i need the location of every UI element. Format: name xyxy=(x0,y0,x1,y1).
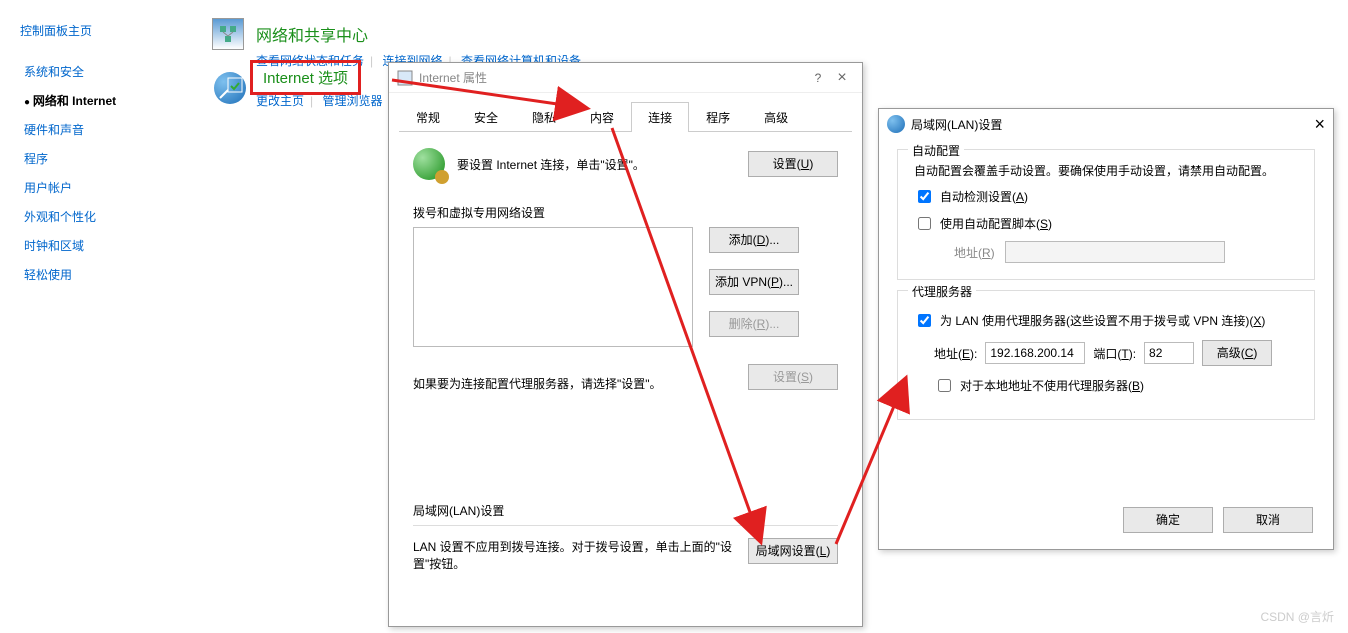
tab-security[interactable]: 安全 xyxy=(457,102,515,132)
tab-connections[interactable]: 连接 xyxy=(631,102,689,132)
internet-options-highlight[interactable]: Internet 选项 xyxy=(250,60,361,95)
settings-button: 设置(S) xyxy=(748,364,838,390)
dialog1-titlebar[interactable]: Internet 属性 ? × xyxy=(389,63,862,93)
sidebar-item-hardware[interactable]: 硬件和声音 xyxy=(20,115,190,144)
auto-config-group: 自动配置 自动配置会覆盖手动设置。要确保使用手动设置，请禁用自动配置。 自动检测… xyxy=(897,149,1315,280)
use-proxy-checkbox[interactable]: 为 LAN 使用代理服务器(这些设置不用于拨号或 VPN 连接)(X) xyxy=(914,311,1298,330)
link-manage-browser[interactable]: 管理浏览器 xyxy=(322,94,382,108)
ok-button[interactable]: 确定 xyxy=(1123,507,1213,533)
sidebar-item-programs[interactable]: 程序 xyxy=(20,144,190,173)
network-center-title[interactable]: 网络和共享中心 xyxy=(256,22,368,46)
setup-button[interactable]: 设置(U) xyxy=(748,151,838,177)
sidebar-home-link[interactable]: 控制面板主页 xyxy=(20,22,190,39)
control-panel-sidebar: 控制面板主页 系统和安全 网络和 Internet 硬件和声音 程序 用户帐户 … xyxy=(20,22,190,289)
internet-properties-dialog: Internet 属性 ? × 常规 安全 隐私 内容 连接 程序 高级 要设置… xyxy=(388,62,863,627)
tab-privacy[interactable]: 隐私 xyxy=(515,102,573,132)
sidebar-item-ease[interactable]: 轻松使用 xyxy=(20,260,190,289)
dialog1-title: Internet 属性 xyxy=(419,69,806,86)
proxy-addr-label: 地址(E): xyxy=(934,345,977,362)
auto-detect-checkbox[interactable]: 自动检测设置(A) xyxy=(914,187,1298,206)
proxy-port-input[interactable] xyxy=(1144,342,1194,364)
dialog1-tabs: 常规 安全 隐私 内容 连接 程序 高级 xyxy=(399,101,852,132)
tab-programs[interactable]: 程序 xyxy=(689,102,747,132)
globe-icon xyxy=(413,148,445,180)
auto-config-desc: 自动配置会覆盖手动设置。要确保使用手动设置，请禁用自动配置。 xyxy=(914,162,1298,179)
setup-text: 要设置 Internet 连接，单击"设置"。 xyxy=(457,156,736,173)
sidebar-item-system[interactable]: 系统和安全 xyxy=(20,57,190,86)
network-center-icon xyxy=(212,18,244,50)
proxy-legend: 代理服务器 xyxy=(908,283,976,300)
dialog2-icon xyxy=(887,115,905,133)
cancel-button[interactable]: 取消 xyxy=(1223,507,1313,533)
proxy-group: 代理服务器 为 LAN 使用代理服务器(这些设置不用于拨号或 VPN 连接)(X… xyxy=(897,290,1315,420)
proxy-desc: 如果要为连接配置代理服务器，请选择"设置"。 xyxy=(413,375,732,392)
internet-options-title: Internet 选项 xyxy=(263,70,348,87)
script-addr-input xyxy=(1005,241,1225,263)
lan-settings-button[interactable]: 局域网设置(L) xyxy=(748,538,838,564)
dialog1-icon xyxy=(397,70,413,86)
dialup-listbox[interactable] xyxy=(413,227,693,347)
dialog1-close-button[interactable]: × xyxy=(830,69,854,87)
dialog1-help-button[interactable]: ? xyxy=(806,71,830,85)
lan-group-title: 局域网(LAN)设置 xyxy=(413,502,838,519)
link-change-home[interactable]: 更改主页 xyxy=(256,94,304,108)
sidebar-item-users[interactable]: 用户帐户 xyxy=(20,173,190,202)
delete-button: 删除(R)... xyxy=(709,311,799,337)
tab-content[interactable]: 内容 xyxy=(573,102,631,132)
tab-advanced[interactable]: 高级 xyxy=(747,102,805,132)
bypass-local-checkbox[interactable]: 对于本地地址不使用代理服务器(B) xyxy=(934,376,1298,395)
proxy-port-label: 端口(T): xyxy=(1093,345,1136,362)
dialup-group-title: 拨号和虚拟专用网络设置 xyxy=(413,204,838,221)
add-button[interactable]: 添加(D)... xyxy=(709,227,799,253)
dialog2-close-button[interactable]: × xyxy=(1314,114,1325,135)
sidebar-item-network[interactable]: 网络和 Internet xyxy=(20,86,190,115)
auto-script-checkbox[interactable]: 使用自动配置脚本(S) xyxy=(914,214,1298,233)
lan-desc: LAN 设置不应用到拨号连接。对于拨号设置，单击上面的"设置"按钮。 xyxy=(413,538,732,572)
add-vpn-button[interactable]: 添加 VPN(P)... xyxy=(709,269,799,295)
advanced-button[interactable]: 高级(C) xyxy=(1202,340,1272,366)
tab-general[interactable]: 常规 xyxy=(399,102,457,132)
proxy-addr-input[interactable] xyxy=(985,342,1085,364)
sidebar-item-appearance[interactable]: 外观和个性化 xyxy=(20,202,190,231)
watermark: CSDN @言炘 xyxy=(1260,608,1334,625)
sidebar-item-clock[interactable]: 时钟和区域 xyxy=(20,231,190,260)
internet-options-icon xyxy=(214,72,246,104)
dialog2-title: 局域网(LAN)设置 xyxy=(911,116,1002,133)
script-addr-label: 地址(R) xyxy=(954,244,995,261)
lan-settings-dialog: 局域网(LAN)设置 × 自动配置 自动配置会覆盖手动设置。要确保使用手动设置，… xyxy=(878,108,1334,550)
auto-config-legend: 自动配置 xyxy=(908,142,964,159)
dialog2-titlebar[interactable]: 局域网(LAN)设置 × xyxy=(879,109,1333,139)
